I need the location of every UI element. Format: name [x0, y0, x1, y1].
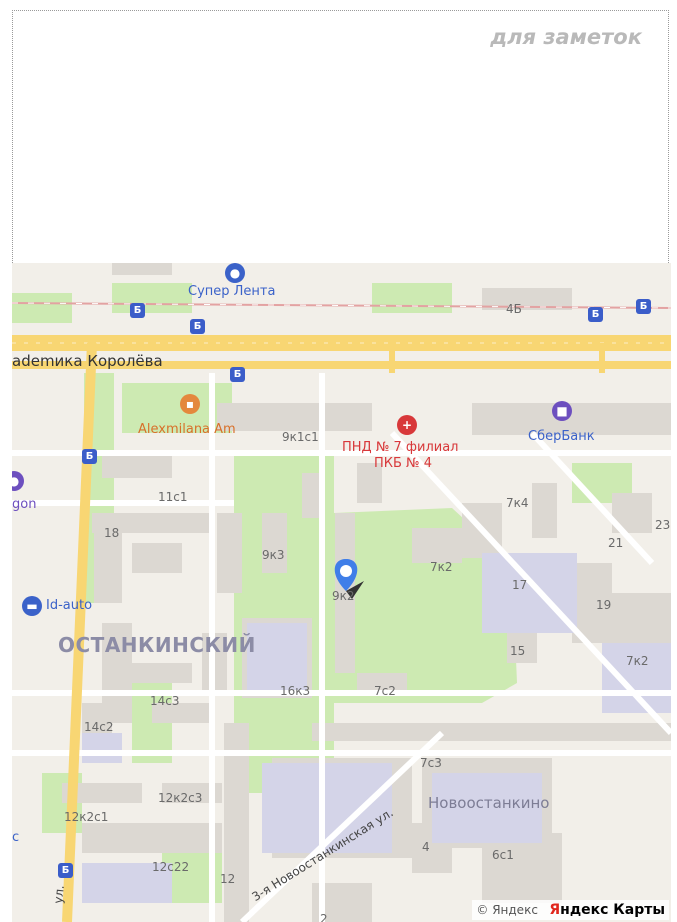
copyright-text: © Яндекс: [476, 903, 538, 917]
bus-stop-icon[interactable]: Б: [130, 303, 145, 318]
street-left-tail-label: ул.: [51, 884, 67, 905]
poi-gon[interactable]: gon: [12, 498, 36, 511]
house-number: 4Б: [506, 302, 522, 316]
street-main-label: ademика Королёва: [12, 352, 163, 370]
bus-stop-icon[interactable]: Б: [588, 307, 603, 322]
bus-stop-icon[interactable]: Б: [190, 319, 205, 334]
poi-partial: с: [12, 830, 20, 845]
house-number: 2: [320, 912, 328, 922]
house-number: 7к2: [626, 654, 649, 668]
house-number: 7к4: [506, 496, 529, 510]
house-number: 7с3: [420, 756, 442, 770]
bus-stop-icon[interactable]: Б: [230, 367, 245, 382]
house-number: 7к2: [430, 560, 453, 574]
house-number: 21: [608, 536, 624, 550]
house-number: 7с2: [374, 684, 396, 698]
poi-alexmilana[interactable]: Alexmilana Am: [138, 423, 236, 436]
notes-title: для заметок: [490, 25, 642, 49]
house-number: 18: [104, 526, 120, 540]
house-number: 12: [220, 872, 236, 886]
house-number: 4: [422, 840, 430, 854]
poi-pkb[interactable]: ПКБ № 4: [374, 456, 432, 472]
bus-stop-icon[interactable]: Б: [636, 299, 651, 314]
district-label: ОСТАНКИНСКИЙ: [58, 633, 256, 657]
poi-pnd[interactable]: ПНД № 7 филиал: [342, 440, 459, 456]
house-number: 19: [596, 598, 612, 612]
shopping-bag-icon[interactable]: ●: [225, 263, 245, 283]
coffee-cup-icon[interactable]: ▪: [180, 394, 200, 414]
house-number: 9к1с1: [282, 430, 319, 444]
house-number: 23: [655, 518, 671, 532]
bus-stop-icon[interactable]: Б: [58, 863, 73, 878]
map-view[interactable]: ● ▪ + ■ ▬ ● Б Б Б Б Б Б Б Супер Лента Al…: [12, 263, 671, 922]
house-number: 12с22: [152, 860, 190, 874]
house-number: 16к3: [280, 684, 311, 698]
car-icon[interactable]: ▬: [22, 596, 42, 616]
house-number: 15: [510, 644, 526, 658]
poi-sberbank[interactable]: СберБанк: [528, 430, 595, 443]
house-number: 14с2: [84, 720, 114, 734]
neighborhood-label: Новоостанкино: [428, 794, 550, 812]
yandex-maps-logo[interactable]: Яндекс Карты: [549, 902, 665, 918]
house-number: 12к2с1: [64, 810, 109, 824]
poi-idauto[interactable]: Id-auto: [46, 599, 92, 612]
bus-stop-icon[interactable]: Б: [82, 449, 97, 464]
house-number: 9к3: [262, 548, 285, 562]
notes-area[interactable]: для заметок: [12, 10, 669, 263]
house-number: 6с1: [492, 848, 514, 862]
house-number: 9к2: [332, 589, 355, 603]
medical-cross-icon[interactable]: +: [397, 415, 417, 435]
poi-superlenta[interactable]: Супер Лента: [188, 285, 275, 298]
house-number: 17: [512, 578, 528, 592]
map-attribution[interactable]: © Яндекс Яндекс Карты: [472, 900, 669, 920]
house-number: 11с1: [158, 490, 188, 504]
house-number: 12к2с3: [158, 791, 203, 805]
house-number: 14с3: [150, 694, 180, 708]
bank-icon[interactable]: ■: [552, 401, 572, 421]
